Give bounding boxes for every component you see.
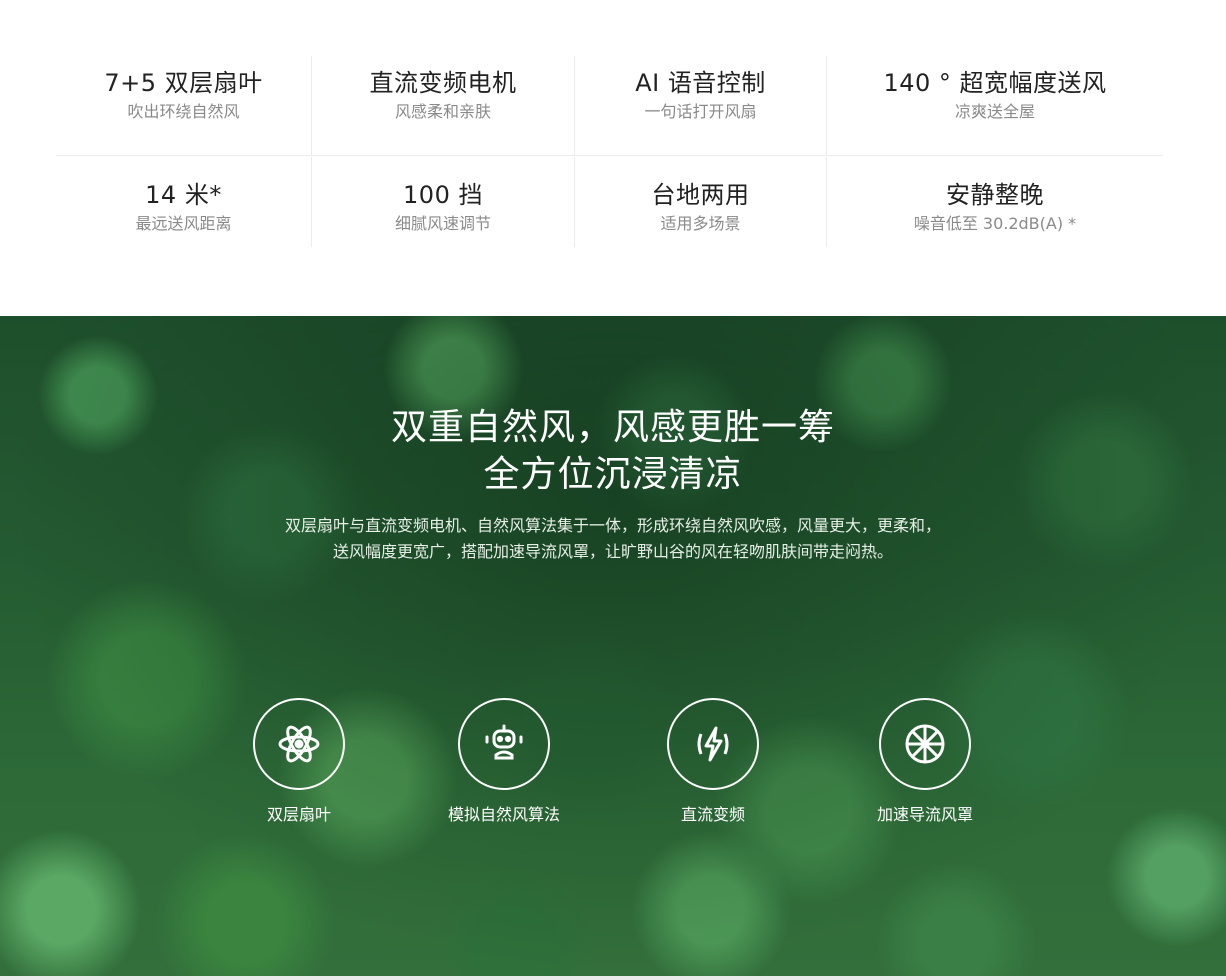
- spec-subtitle: 一句话打开风扇: [644, 102, 757, 121]
- spec-subtitle: 适用多场景: [660, 214, 741, 233]
- lightning-icon: [667, 698, 759, 790]
- feature-double-blade: 双层扇叶: [199, 698, 399, 826]
- spec-subtitle: 吹出环绕自然风: [127, 102, 240, 121]
- spec-row: 14 米* 最远送风距离 100 挡 细腻风速调节 台地两用 适用多场景 安静整…: [56, 157, 1163, 247]
- forest-banner: 双重自然风，风感更胜一筹 全方位沉浸清凉 双层扇叶与直流变频电机、自然风算法集于…: [0, 316, 1226, 976]
- banner-description: 双层扇叶与直流变频电机、自然风算法集于一体，形成环绕自然风吹感，风量更大，更柔和…: [284, 516, 941, 535]
- spec-subtitle: 凉爽送全屋: [954, 102, 1035, 121]
- spec-subtitle: 最远送风距离: [135, 214, 232, 233]
- feature-natural-wind-algorithm: 模拟自然风算法: [404, 698, 604, 826]
- spec-grid: 7+5 双层扇叶 吹出环绕自然风 直流变频电机 风感柔和亲肤 AI 语音控制 一…: [0, 0, 1226, 316]
- spec-title: 7+5 双层扇叶: [104, 69, 263, 97]
- spec-subtitle: 细腻风速调节: [394, 214, 491, 233]
- feature-label: 直流变频: [680, 805, 745, 824]
- spec-cell: 安静整晚 噪音低至 30.2dB(A) *: [826, 157, 1163, 247]
- feature-accelerated-guide-cover: 加速导流风罩: [825, 698, 1025, 826]
- banner-headline: 双重自然风，风感更胜一筹: [390, 407, 835, 448]
- banner-description-second: 送风幅度更宽广，搭配加速导流风罩，让旷野山谷的风在轻吻肌肤间带走闷热。: [332, 542, 893, 561]
- spec-title: 100 挡: [403, 181, 483, 209]
- spec-cell: 140 ° 超宽幅度送风 凉爽送全屋: [826, 56, 1163, 155]
- spec-cell: 7+5 双层扇叶 吹出环绕自然风: [56, 56, 311, 155]
- spec-title: 台地两用: [651, 181, 750, 209]
- feature-label: 模拟自然风算法: [447, 805, 560, 824]
- spec-title: 14 米*: [145, 181, 222, 209]
- spec-subtitle: 风感柔和亲肤: [394, 102, 491, 121]
- spec-title: 安静整晚: [946, 181, 1044, 209]
- spec-title: AI 语音控制: [635, 69, 766, 97]
- feature-dc-inverter: 直流变频: [613, 698, 813, 826]
- spec-row: 7+5 双层扇叶 吹出环绕自然风 直流变频电机 风感柔和亲肤 AI 语音控制 一…: [56, 56, 1163, 156]
- feature-label: 双层扇叶: [266, 805, 331, 824]
- banner-headline-second: 全方位沉浸清凉: [483, 454, 743, 495]
- feature-label: 加速导流风罩: [876, 805, 973, 824]
- footer-divider: [0, 976, 1226, 980]
- spec-title: 140 ° 超宽幅度送风: [883, 69, 1107, 97]
- spec-cell: 台地两用 适用多场景: [574, 157, 826, 247]
- spec-title: 直流变频电机: [369, 69, 517, 97]
- spec-cell: 100 挡 细腻风速调节: [311, 157, 574, 247]
- spec-cell: AI 语音控制 一句话打开风扇: [574, 56, 826, 155]
- wheel-icon: [879, 698, 971, 790]
- spec-cell: 14 米* 最远送风距离: [56, 157, 311, 247]
- spec-subtitle: 噪音低至 30.2dB(A) *: [913, 214, 1077, 233]
- robot-icon: [458, 698, 550, 790]
- spec-cell: 直流变频电机 风感柔和亲肤: [311, 56, 574, 155]
- atom-icon: [253, 698, 345, 790]
